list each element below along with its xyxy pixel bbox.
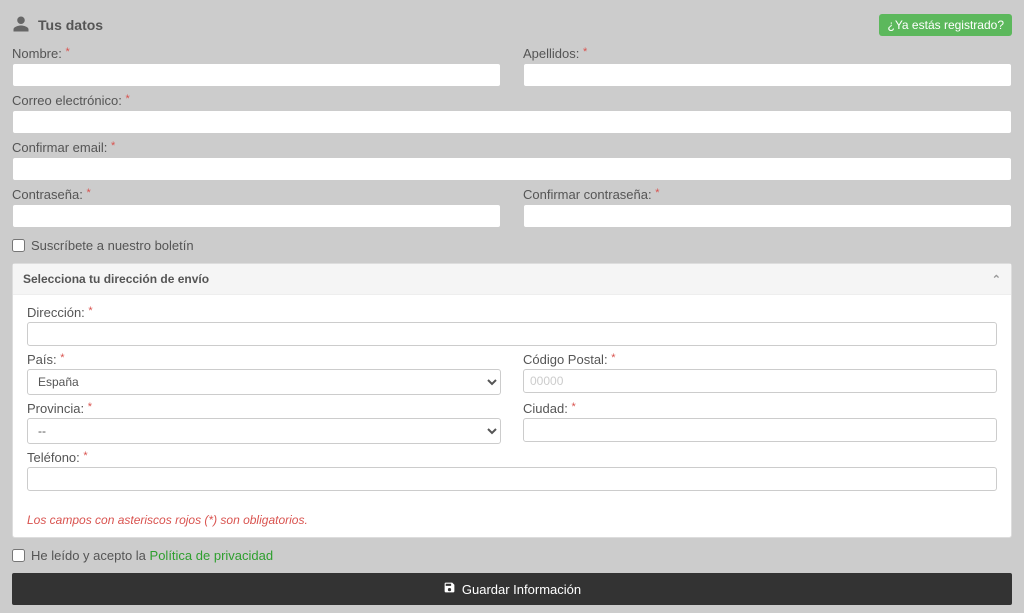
chevron-up-icon: ⌃	[992, 273, 1001, 286]
privacy-link[interactable]: Política de privacidad	[150, 548, 274, 563]
required-mark: *	[655, 187, 659, 199]
privacy-pre: He leído y acepto la	[31, 548, 150, 563]
address-panel-title: Selecciona tu dirección de envío	[23, 272, 209, 286]
newsletter-checkbox[interactable]	[12, 239, 25, 252]
correo-input[interactable]	[12, 110, 1012, 134]
privacy-text: He leído y acepto la Política de privaci…	[31, 548, 273, 563]
privacy-checkline[interactable]: He leído y acepto la Política de privaci…	[12, 548, 1012, 563]
required-mark: *	[583, 46, 587, 58]
newsletter-checkline[interactable]: Suscríbete a nuestro boletín	[12, 238, 1012, 253]
apellidos-input[interactable]	[523, 63, 1012, 87]
required-mark: *	[83, 450, 87, 462]
label-confirmar-email: Confirmar email:	[12, 140, 107, 155]
label-correo: Correo electrónico:	[12, 93, 122, 108]
page-title: Tus datos	[38, 17, 103, 33]
label-nombre: Nombre:	[12, 46, 62, 61]
required-note: Los campos con asteriscos rojos (*) son …	[13, 507, 1011, 537]
nombre-input[interactable]	[12, 63, 501, 87]
label-telefono: Teléfono:	[27, 450, 80, 465]
label-contrasena: Contraseña:	[12, 187, 83, 202]
label-provincia: Provincia:	[27, 401, 84, 416]
required-mark: *	[88, 305, 92, 317]
save-button[interactable]: Guardar Información	[12, 573, 1012, 605]
provincia-select[interactable]: --	[27, 418, 501, 444]
required-mark: *	[88, 401, 92, 413]
confirmar-contrasena-input[interactable]	[523, 204, 1012, 228]
label-confirmar-contrasena: Confirmar contraseña:	[523, 187, 652, 202]
label-apellidos: Apellidos:	[523, 46, 579, 61]
privacy-checkbox[interactable]	[12, 549, 25, 562]
ciudad-input[interactable]	[523, 418, 997, 442]
save-icon	[443, 581, 456, 597]
address-panel-header[interactable]: Selecciona tu dirección de envío ⌃	[13, 264, 1011, 295]
pais-select[interactable]: España	[27, 369, 501, 395]
contrasena-input[interactable]	[12, 204, 501, 228]
required-mark: *	[60, 352, 64, 364]
required-mark: *	[111, 140, 115, 152]
address-panel: Selecciona tu dirección de envío ⌃ Direc…	[12, 263, 1012, 538]
direccion-input[interactable]	[27, 322, 997, 346]
codigo-postal-input[interactable]	[523, 369, 997, 393]
label-ciudad: Ciudad:	[523, 401, 568, 416]
required-mark: *	[65, 46, 69, 58]
required-mark: *	[611, 352, 615, 364]
label-pais: País:	[27, 352, 57, 367]
already-registered-button[interactable]: ¿Ya estás registrado?	[879, 14, 1012, 36]
confirmar-email-input[interactable]	[12, 157, 1012, 181]
person-icon	[12, 15, 30, 36]
label-codigo-postal: Código Postal:	[523, 352, 608, 367]
save-label: Guardar Información	[462, 582, 581, 597]
required-mark: *	[86, 187, 90, 199]
newsletter-label: Suscríbete a nuestro boletín	[31, 238, 194, 253]
label-direccion: Dirección:	[27, 305, 85, 320]
required-mark: *	[571, 401, 575, 413]
telefono-input[interactable]	[27, 467, 997, 491]
required-mark: *	[125, 93, 129, 105]
